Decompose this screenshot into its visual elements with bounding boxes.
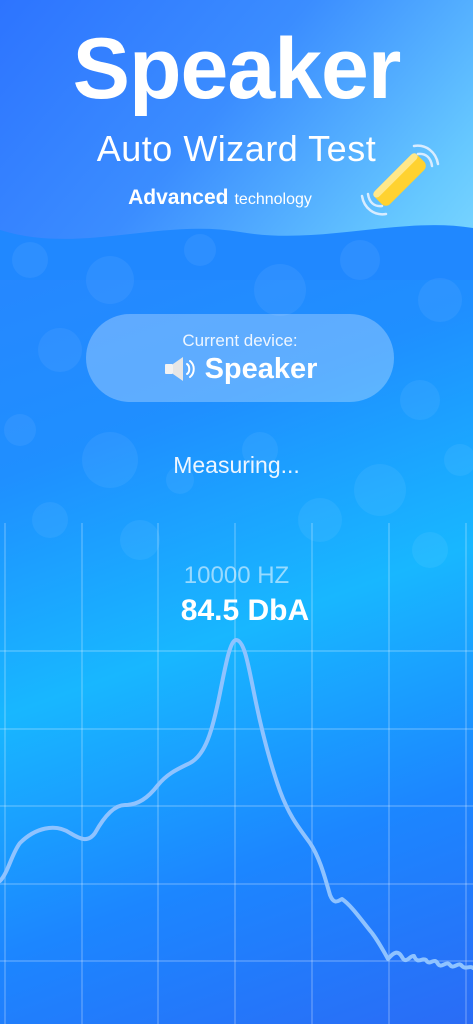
frequency-readout: 10000 HZ <box>183 562 290 589</box>
tagline-bold: Advanced <box>128 186 229 209</box>
speaker-icon <box>164 357 195 381</box>
magic-wand-icon <box>360 144 440 216</box>
app-title: Speaker <box>72 21 402 117</box>
tagline-rest: technology <box>234 191 312 208</box>
measuring-status: Measuring... <box>173 452 300 478</box>
level-readout: 84.5 DbA <box>180 594 310 627</box>
current-device-row: Speaker <box>163 352 318 386</box>
current-device-name: Speaker <box>204 352 318 385</box>
response-curve <box>0 638 473 970</box>
current-device-label: Current device: <box>182 330 298 350</box>
current-device-card[interactable]: Current device: Speaker <box>86 314 394 402</box>
